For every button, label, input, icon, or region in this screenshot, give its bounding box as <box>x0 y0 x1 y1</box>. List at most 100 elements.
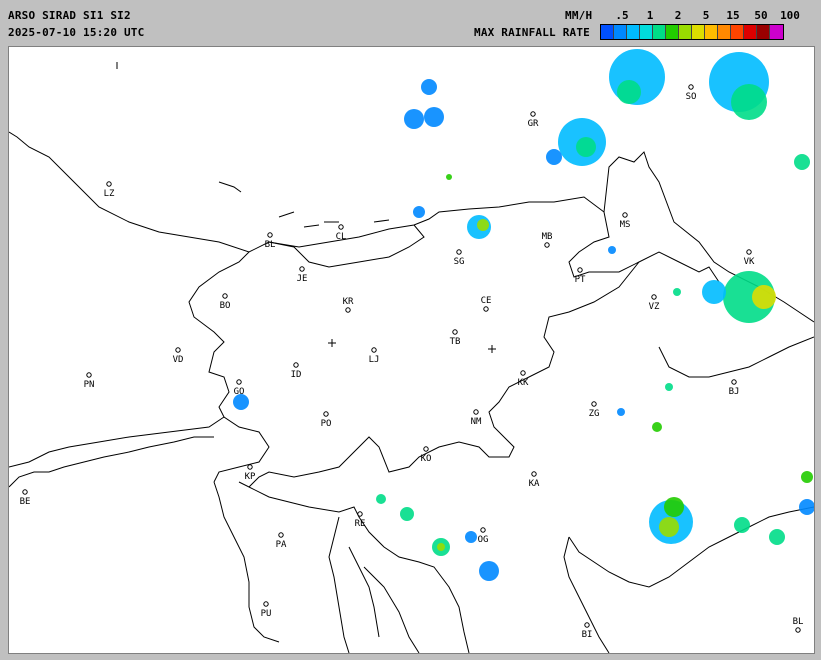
city-marker <box>473 409 479 415</box>
city-label: BL <box>793 617 804 627</box>
unit-label: MM/H <box>565 9 593 22</box>
city-label: PU <box>261 609 272 619</box>
header: ARSO SIRAD SI1 SI2 2025-07-10 15:20 UTC … <box>0 0 821 46</box>
city-marker <box>530 111 536 117</box>
island-cres <box>363 566 420 653</box>
city-label: NM <box>471 417 482 427</box>
rain-cell <box>794 154 810 170</box>
border-north <box>9 131 814 323</box>
city-marker <box>688 84 694 90</box>
rain-cell <box>479 561 499 581</box>
border-southwest <box>9 436 214 488</box>
legend-swatch <box>744 25 757 39</box>
city-marker <box>591 401 597 407</box>
city-label: PT <box>575 275 586 285</box>
legend-swatch <box>666 25 679 39</box>
city-marker <box>531 471 537 477</box>
city-marker <box>795 627 801 633</box>
rain-cell <box>801 471 813 483</box>
city-label: RE <box>355 519 366 529</box>
timestamp: 2025-07-10 15:20 UTC <box>8 26 145 39</box>
coast-kvarner <box>328 516 350 653</box>
border-east <box>568 211 720 283</box>
city-marker <box>299 266 305 272</box>
city-marker <box>22 489 28 495</box>
rain-cell <box>769 529 785 545</box>
city-label: PA <box>276 540 287 550</box>
city-label: ZG <box>589 409 600 419</box>
lake-shapes <box>278 211 390 228</box>
rain-cell <box>665 383 673 391</box>
rain-cell <box>400 507 414 521</box>
legend-swatch <box>627 25 640 39</box>
city-marker <box>278 532 284 538</box>
city-label: TB <box>450 337 461 347</box>
legend-swatch <box>653 25 666 39</box>
legend-swatch <box>731 25 744 39</box>
legend-swatch <box>640 25 653 39</box>
city-marker <box>338 224 344 230</box>
rain-cell <box>731 84 767 120</box>
product-title: ARSO SIRAD SI1 SI2 <box>8 9 131 22</box>
legend-tick: 100 <box>780 9 800 22</box>
city-marker <box>480 527 486 533</box>
city-marker <box>371 347 377 353</box>
city-markers: GR SO LZ BL CL SG MB MS VK JE BO KR CE PT VZ VD TB LJ PN GO… <box>20 84 804 640</box>
city-label: BE <box>20 497 31 507</box>
city-marker <box>520 370 526 376</box>
city-label: KR <box>343 297 354 307</box>
city-marker <box>293 362 299 368</box>
radar-site-marker <box>328 339 336 347</box>
rain-cell <box>424 107 444 127</box>
city-label: GR <box>528 119 539 129</box>
city-label: MS <box>620 220 631 230</box>
city-label: BL <box>265 240 276 250</box>
city-label: OG <box>478 535 489 545</box>
city-label: PN <box>84 380 95 390</box>
rain-cell <box>734 517 750 533</box>
city-marker <box>357 511 363 517</box>
city-marker <box>731 379 737 385</box>
legend-tick: 5 <box>702 9 710 22</box>
rain-cell <box>799 499 814 515</box>
rain-cell <box>465 531 477 543</box>
city-marker <box>236 379 242 385</box>
city-marker <box>323 411 329 417</box>
city-label: VD <box>173 355 184 365</box>
city-label: KP <box>245 472 256 482</box>
rain-cell <box>546 149 562 165</box>
legend-title: MAX RAINFALL RATE <box>474 26 590 39</box>
legend-tick: 1 <box>646 9 654 22</box>
rain-cell <box>421 79 437 95</box>
border-drava <box>658 336 814 378</box>
rain-cell <box>664 497 684 517</box>
city-label: KA <box>529 479 540 489</box>
city-label: LZ <box>104 189 115 199</box>
city-label: KO <box>421 454 432 464</box>
coast-north <box>9 416 225 468</box>
city-marker <box>483 306 489 312</box>
rain-cell <box>437 543 445 551</box>
city-label: CE <box>481 296 492 306</box>
rain-cell <box>659 517 679 537</box>
city-label: PO <box>321 419 332 429</box>
city-marker <box>746 249 752 255</box>
legend-tick: .5 <box>615 9 629 22</box>
legend-swatch <box>705 25 718 39</box>
city-label: ID <box>291 370 302 380</box>
rain-cell <box>446 174 452 180</box>
legend-swatch <box>757 25 770 39</box>
rain-cell <box>617 408 625 416</box>
map-canvas: GR SO LZ BL CL SG MB MS VK JE BO KR CE PT VZ VD TB LJ PN GO… <box>9 49 814 653</box>
rain-cell <box>576 137 596 157</box>
city-marker <box>106 181 112 187</box>
island-krk <box>348 546 380 638</box>
rain-cell <box>477 219 489 231</box>
city-marker <box>622 212 628 218</box>
city-label: SO <box>686 92 697 102</box>
legend-tick: 15 <box>726 9 740 22</box>
legend-tick: 2 <box>674 9 682 22</box>
city-label: MB <box>542 232 553 242</box>
rain-cell <box>413 206 425 218</box>
rain-cell <box>652 422 662 432</box>
